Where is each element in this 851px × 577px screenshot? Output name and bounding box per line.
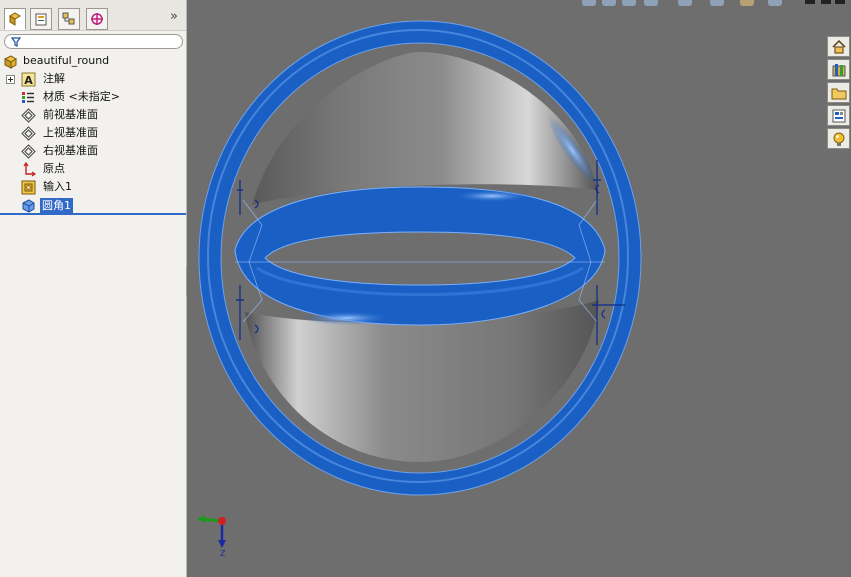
manager-tabs: » [0, 0, 186, 31]
graphics-viewport[interactable]: Z [187, 0, 851, 577]
filter-icon [11, 37, 21, 47]
model-canvas[interactable]: Z [187, 0, 851, 577]
svg-text:A: A [24, 74, 33, 87]
dimxpert-tab[interactable] [86, 8, 108, 30]
tree-item-label: 右视基准面 [43, 144, 98, 157]
part-icon [3, 55, 17, 69]
expand-plus-icon[interactable] [6, 75, 15, 84]
task-pane-file-explorer[interactable] [827, 82, 850, 103]
tree-item-label: 前视基准面 [43, 108, 98, 121]
property-manager-tab[interactable] [30, 8, 52, 30]
imported-body-icon [21, 180, 36, 195]
task-pane-view-palette[interactable] [827, 105, 850, 126]
tree-item-label: 原点 [43, 162, 65, 175]
feature-manager-tab[interactable] [4, 8, 26, 30]
tree-item-label: 圆角1 [40, 198, 73, 213]
view-palette-icon [832, 109, 846, 123]
configuration-manager-icon [62, 12, 75, 25]
plane-icon [21, 108, 36, 123]
property-manager-icon [35, 13, 47, 26]
file-explorer-icon [831, 88, 847, 100]
tree-item-label: 上视基准面 [43, 126, 98, 139]
configuration-manager-tab[interactable] [58, 8, 80, 30]
plane-icon [21, 126, 36, 141]
tree-item-label: 输入1 [43, 180, 72, 193]
material-icon [22, 92, 34, 103]
design-library-icon [832, 64, 846, 77]
feature-manager-panel: » beautiful_round A 注解 材质 <未指定> 前视基准面 上视… [0, 0, 187, 577]
tree-filter-input[interactable] [4, 34, 183, 49]
expand-panel-icon[interactable]: » [170, 9, 178, 24]
tree-item-label: 材质 <未指定> [43, 90, 120, 103]
coordinate-triad: Z [197, 515, 226, 558]
origin-icon [23, 162, 36, 177]
triad-z-label: Z [220, 549, 226, 558]
appearances-icon [833, 132, 845, 146]
plane-icon [21, 144, 36, 159]
tree-item-label: 注解 [43, 72, 65, 85]
dimxpert-icon [91, 13, 103, 25]
home-icon [832, 39, 846, 54]
rollback-bar[interactable] [0, 213, 186, 215]
feature-manager-icon [9, 12, 21, 26]
task-pane-home[interactable] [827, 36, 850, 57]
task-pane-appearances[interactable] [827, 128, 850, 149]
part-name-label: beautiful_round [23, 54, 110, 67]
annotation-icon: A [21, 72, 36, 87]
fillet-icon [22, 199, 35, 213]
task-pane-design-library[interactable] [827, 59, 850, 80]
